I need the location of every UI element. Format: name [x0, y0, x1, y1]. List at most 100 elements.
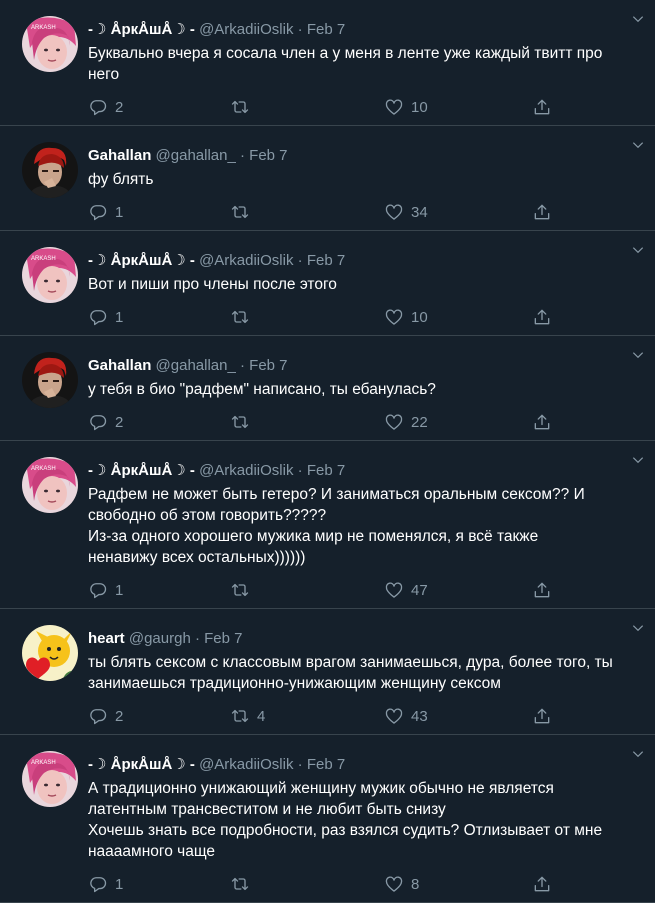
- share-button[interactable]: [532, 706, 552, 726]
- reply-button[interactable]: 1: [88, 580, 123, 600]
- user-handle[interactable]: @gahallan_: [156, 357, 236, 374]
- tweet-header: -☽ ÅркÅшÅ☽ - @ArkadiiOslik · Feb 7: [88, 19, 639, 41]
- reply-button[interactable]: 2: [88, 97, 123, 117]
- avatar[interactable]: ARKASH: [22, 751, 78, 807]
- retweet-button[interactable]: [230, 580, 257, 600]
- tweet[interactable]: ARKASH -☽ ÅркÅшÅ☽ - @ArkadiiOslik · Feb …: [0, 735, 655, 903]
- retweet-button[interactable]: 4: [230, 706, 265, 726]
- tweet-date[interactable]: Feb 7: [249, 147, 287, 164]
- tweet-date[interactable]: Feb 7: [249, 357, 287, 374]
- retweet-icon: [231, 583, 249, 597]
- retweet-button[interactable]: [230, 412, 257, 432]
- share-icon: [534, 876, 550, 892]
- like-button[interactable]: 10: [384, 307, 428, 327]
- separator-dot: ·: [297, 756, 303, 773]
- user-handle[interactable]: @ArkadiiOslik: [199, 21, 293, 38]
- tweet-text: фу блять: [88, 171, 154, 188]
- retweet-button[interactable]: [230, 202, 257, 222]
- display-name[interactable]: Gahallan: [88, 357, 151, 374]
- tweet-header: Gahallan @gahallan_ · Feb 7: [88, 145, 639, 167]
- reply-count: 1: [115, 308, 124, 326]
- display-name[interactable]: heart: [88, 630, 125, 647]
- display-name[interactable]: -☽ ÅркÅшÅ☽ -: [88, 21, 195, 38]
- avatar[interactable]: [22, 142, 78, 198]
- share-icon: [534, 204, 550, 220]
- tweet[interactable]: Gahallan @gahallan_ · Feb 7 у тебя в био…: [0, 336, 655, 441]
- like-button[interactable]: 47: [384, 580, 428, 600]
- tweet-date[interactable]: Feb 7: [307, 462, 345, 479]
- chevron-down-icon[interactable]: [631, 243, 645, 257]
- tweet-actions: 1 34: [88, 196, 639, 230]
- avatar[interactable]: ARKASH: [22, 247, 78, 303]
- reply-icon: [90, 415, 107, 431]
- chevron-down-icon[interactable]: [631, 348, 645, 362]
- retweet-icon: [231, 100, 249, 114]
- retweet-button[interactable]: [230, 307, 257, 327]
- chevron-down-icon[interactable]: [631, 621, 645, 635]
- display-name[interactable]: Gahallan: [88, 147, 151, 164]
- reply-button[interactable]: 1: [88, 307, 123, 327]
- share-button[interactable]: [532, 97, 552, 117]
- heart-icon: [385, 309, 403, 325]
- reply-icon: [90, 310, 107, 326]
- separator-dot: ·: [240, 147, 245, 164]
- tweet[interactable]: heart @gaurgh · Feb 7 ты блять сексом с …: [0, 609, 655, 735]
- share-button[interactable]: [532, 202, 552, 222]
- heart-icon: [385, 99, 403, 115]
- like-button[interactable]: 22: [384, 412, 428, 432]
- heart-icon: [385, 204, 403, 220]
- display-name[interactable]: -☽ ÅркÅшÅ☽ -: [88, 462, 195, 479]
- tweet[interactable]: Gahallan @gahallan_ · Feb 7 фу блять 1 3…: [0, 126, 655, 231]
- avatar[interactable]: ARKASH: [22, 16, 78, 72]
- tweet-date[interactable]: Feb 7: [307, 21, 345, 38]
- like-button[interactable]: 8: [384, 874, 419, 894]
- reply-button[interactable]: 2: [88, 706, 123, 726]
- reply-count: 1: [115, 203, 124, 221]
- reply-button[interactable]: 1: [88, 202, 123, 222]
- user-handle[interactable]: @gahallan_: [156, 147, 236, 164]
- like-button[interactable]: 34: [384, 202, 428, 222]
- display-name[interactable]: -☽ ÅркÅшÅ☽ -: [88, 756, 195, 773]
- avatar[interactable]: [22, 625, 78, 681]
- share-button[interactable]: [532, 307, 552, 327]
- share-button[interactable]: [532, 412, 552, 432]
- display-name[interactable]: -☽ ÅркÅшÅ☽ -: [88, 252, 195, 269]
- tweet[interactable]: ARKASH -☽ ÅркÅшÅ☽ - @ArkadiiOslik · Feb …: [0, 0, 655, 126]
- heart-icon: [385, 414, 403, 430]
- user-handle[interactable]: @ArkadiiOslik: [199, 252, 293, 269]
- like-button[interactable]: 43: [384, 706, 428, 726]
- tweet-date[interactable]: Feb 7: [307, 756, 345, 773]
- chevron-down-icon[interactable]: [631, 138, 645, 152]
- like-button[interactable]: 10: [384, 97, 428, 117]
- share-button[interactable]: [532, 580, 552, 600]
- reply-count: 1: [115, 875, 124, 893]
- tweet-header: heart @gaurgh · Feb 7: [88, 628, 639, 650]
- avatar[interactable]: [22, 352, 78, 408]
- retweet-button[interactable]: [230, 97, 257, 117]
- reply-button[interactable]: 1: [88, 874, 123, 894]
- svg-text:ARKASH: ARKASH: [31, 466, 56, 472]
- share-icon: [534, 582, 550, 598]
- svg-text:ARKASH: ARKASH: [31, 256, 56, 262]
- tweet-header: -☽ ÅркÅшÅ☽ - @ArkadiiOslik · Feb 7: [88, 754, 639, 776]
- reply-button[interactable]: 2: [88, 412, 123, 432]
- reply-icon: [90, 100, 107, 116]
- chevron-down-icon[interactable]: [631, 747, 645, 761]
- tweet-date[interactable]: Feb 7: [204, 630, 242, 647]
- retweet-button[interactable]: [230, 874, 257, 894]
- separator-dot: ·: [297, 21, 303, 38]
- tweet[interactable]: ARKASH -☽ ÅркÅшÅ☽ - @ArkadiiOslik · Feb …: [0, 441, 655, 609]
- share-icon: [534, 99, 550, 115]
- like-count: 10: [411, 308, 428, 326]
- avatar[interactable]: ARKASH: [22, 457, 78, 513]
- separator-dot: ·: [297, 252, 303, 269]
- user-handle[interactable]: @ArkadiiOslik: [199, 756, 293, 773]
- share-button[interactable]: [532, 874, 552, 894]
- user-handle[interactable]: @gaurgh: [129, 630, 191, 647]
- heart-icon: [385, 708, 403, 724]
- chevron-down-icon[interactable]: [631, 453, 645, 467]
- tweet-date[interactable]: Feb 7: [307, 252, 345, 269]
- tweet[interactable]: ARKASH -☽ ÅркÅшÅ☽ - @ArkadiiOslik · Feb …: [0, 231, 655, 336]
- user-handle[interactable]: @ArkadiiOslik: [199, 462, 293, 479]
- chevron-down-icon[interactable]: [631, 12, 645, 26]
